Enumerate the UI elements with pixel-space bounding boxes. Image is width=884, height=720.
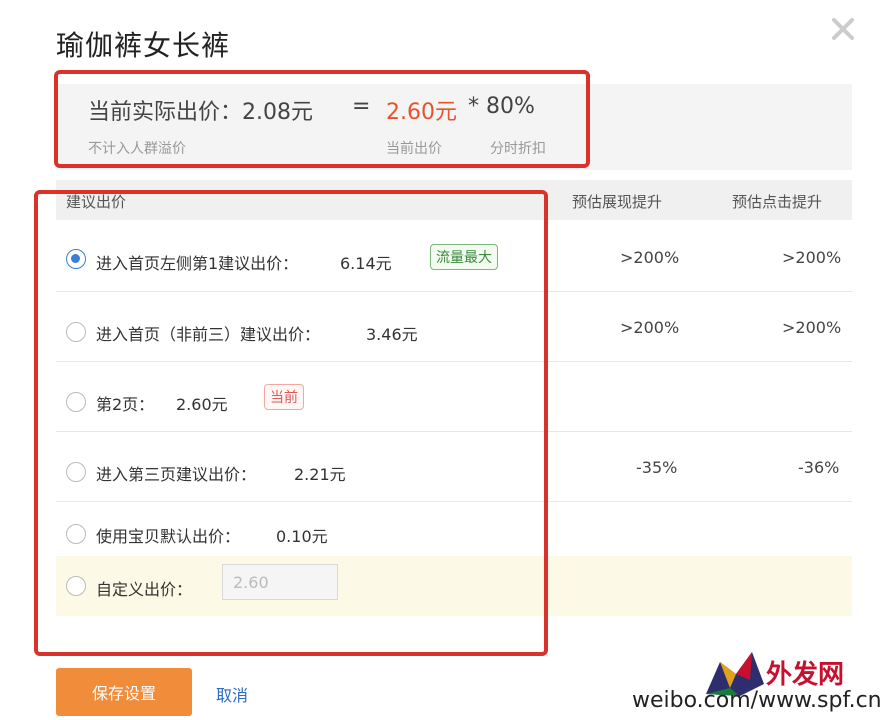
dialog-title: 瑜伽裤女长裤 <box>56 29 231 62</box>
exposure-value: >200% <box>620 248 680 267</box>
exposure-value: >200% <box>620 318 680 337</box>
summary-highlight-box <box>54 70 590 168</box>
watermark-brand: 外发网 <box>766 660 845 690</box>
save-button[interactable]: 保存设置 <box>56 668 192 716</box>
close-icon[interactable] <box>826 12 860 46</box>
cancel-link[interactable]: 取消 <box>216 682 248 706</box>
clicks-value: -36% <box>798 458 840 477</box>
exposure-value: -35% <box>636 458 678 477</box>
clicks-value: >200% <box>782 318 842 337</box>
header-exposure: 预估展现提升 <box>572 193 663 211</box>
options-highlight-box <box>34 190 548 656</box>
watermark-text: weibo.com/www.spf.cn <box>632 688 882 713</box>
clicks-value: >200% <box>782 248 842 267</box>
header-clicks: 预估点击提升 <box>732 193 823 211</box>
